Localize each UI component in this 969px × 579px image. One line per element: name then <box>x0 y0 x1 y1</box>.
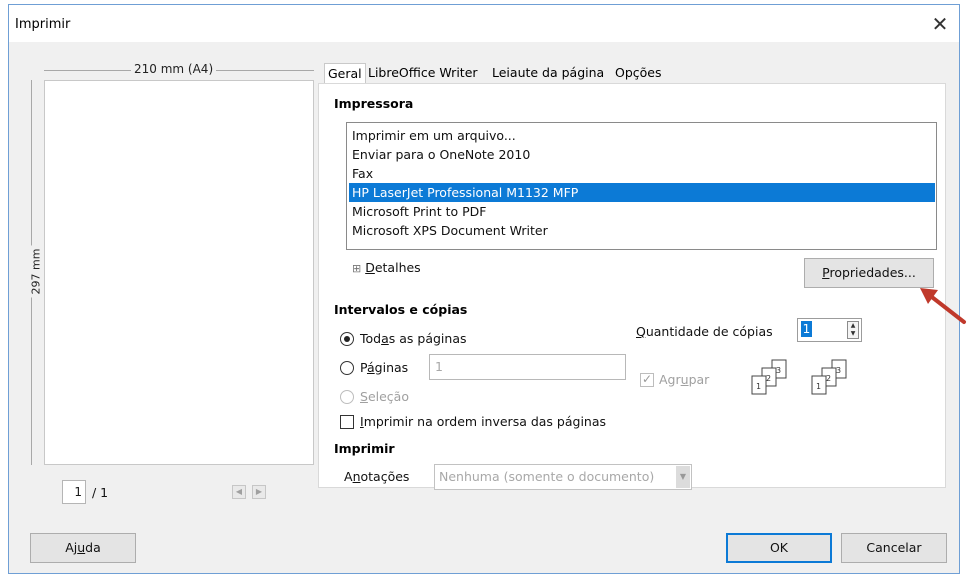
chevron-down-icon[interactable]: ▼ <box>676 466 690 488</box>
page-total-label: / 1 <box>92 485 109 500</box>
copies-spinner[interactable]: 1 ▲ ▼ <box>797 318 862 342</box>
comments-label: Anotações <box>344 469 410 484</box>
copies-label: Quantidade de cópias <box>636 324 773 339</box>
comments-select[interactable]: Nenhuma (somente o documento) ▼ <box>434 464 692 490</box>
arrow-annotation <box>920 288 966 324</box>
svg-text:3: 3 <box>776 366 781 375</box>
collate-checkbox[interactable] <box>640 372 654 387</box>
pages-input[interactable]: 1 <box>429 354 626 380</box>
tab-options[interactable]: Opções <box>612 63 665 83</box>
printer-section-label: Impressora <box>334 96 414 111</box>
details-label: etalhes <box>374 260 421 275</box>
printer-item[interactable]: Fax <box>349 164 935 183</box>
ok-button[interactable]: OK <box>726 533 832 563</box>
close-icon[interactable]: ✕ <box>927 11 953 37</box>
details-accel: D <box>365 260 375 275</box>
tab-libreoffice-writer[interactable]: LibreOffice Writer <box>365 63 481 83</box>
page-height-label: 297 mm <box>29 245 43 298</box>
expand-icon: ⊞ <box>352 262 362 275</box>
dialog-title: Imprimir <box>15 17 71 32</box>
collate-pages-icon: 3 2 1 <box>811 359 847 395</box>
collate-pages-icon: 3 2 1 <box>751 359 787 395</box>
spin-arrows-icon[interactable]: ▲ ▼ <box>847 321 859 339</box>
tab-general[interactable]: Geral <box>324 63 366 83</box>
pages-radio[interactable] <box>340 361 354 375</box>
tab-page-layout[interactable]: Leiaute da página <box>489 63 607 83</box>
properties-label: ropriedades... <box>829 265 916 280</box>
ranges-section-label: Intervalos e cópias <box>334 302 468 317</box>
svg-text:1: 1 <box>816 382 821 391</box>
properties-button[interactable]: Propriedades... <box>804 258 934 288</box>
printer-item[interactable]: Imprimir em um arquivo... <box>349 126 935 145</box>
printer-list[interactable]: Imprimir em um arquivo... Enviar para o … <box>346 122 937 250</box>
svg-text:1: 1 <box>756 382 761 391</box>
next-page-button[interactable]: ▶ <box>252 485 266 499</box>
page-preview <box>44 80 314 465</box>
all-pages-radio[interactable] <box>340 332 354 346</box>
all-pages-label[interactable]: Todas as páginas <box>360 331 467 346</box>
svg-text:2: 2 <box>766 374 771 383</box>
title-bar: Imprimir ✕ <box>9 5 959 42</box>
details-expander[interactable]: ⊞ Detalhes <box>352 260 421 275</box>
reverse-order-checkbox[interactable] <box>340 415 354 429</box>
selection-radio[interactable] <box>340 390 354 404</box>
printer-item-selected[interactable]: HP LaserJet Professional M1132 MFP <box>349 183 935 202</box>
page-number-input[interactable]: 1 <box>62 480 86 504</box>
print-section-label: Imprimir <box>334 441 395 456</box>
comments-value: Nenhuma (somente o documento) <box>439 469 655 484</box>
printer-item[interactable]: Enviar para o OneNote 2010 <box>349 145 935 164</box>
copies-value: 1 <box>801 321 812 337</box>
cancel-button[interactable]: Cancelar <box>841 533 947 563</box>
pages-label[interactable]: Páginas <box>360 360 408 375</box>
printer-item[interactable]: Microsoft XPS Document Writer <box>349 221 935 240</box>
svg-text:3: 3 <box>836 366 841 375</box>
svg-text:2: 2 <box>826 374 831 383</box>
help-button[interactable]: Ajuda <box>30 533 136 563</box>
previous-page-button[interactable]: ◀ <box>232 485 246 499</box>
selection-label: Seleção <box>360 389 409 404</box>
reverse-order-label[interactable]: Imprimir na ordem inversa das páginas <box>360 414 606 429</box>
page-width-label: 210 mm (A4) <box>131 62 217 76</box>
collate-label: Agrupar <box>659 372 710 387</box>
printer-item[interactable]: Microsoft Print to PDF <box>349 202 935 221</box>
